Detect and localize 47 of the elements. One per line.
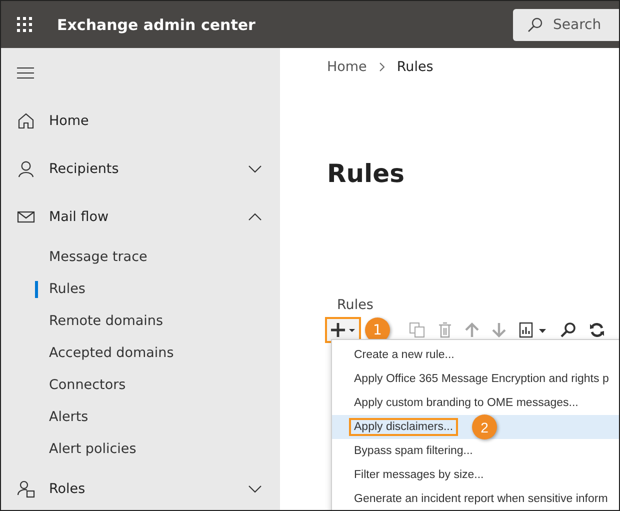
mail-icon: [17, 210, 35, 224]
section-label: Rules: [336, 296, 374, 315]
menu-item-label: Apply custom branding to OME messages...: [353, 396, 580, 411]
menu-item-label: Bypass spam filtering...: [353, 444, 474, 459]
menu-item-label: Generate an incident report when sensitive inform: [353, 492, 609, 507]
nav-subitem[interactable]: Accepted domains: [1, 337, 280, 369]
trash-icon: [438, 322, 452, 338]
chevron-right-icon: [378, 62, 385, 72]
report-icon: [519, 322, 547, 338]
nav-subitem[interactable]: Rules: [1, 273, 280, 305]
nav-subitem[interactable]: Remote domains: [1, 305, 280, 337]
menu-item[interactable]: Generate an incident report when sensitive inform: [332, 487, 619, 510]
menu-item-label: Create a new rule...: [353, 348, 456, 363]
app-launcher-icon[interactable]: [17, 16, 33, 32]
refresh-icon: [589, 322, 605, 338]
menu-icon[interactable]: [17, 66, 34, 78]
search-icon: [560, 322, 576, 338]
arrow-down-icon: [492, 322, 506, 338]
search-icon: [527, 16, 543, 32]
breadcrumb-link[interactable]: Rules: [396, 59, 434, 75]
nav-subitem[interactable]: Connectors: [1, 369, 280, 401]
plus-icon: [330, 322, 356, 338]
search-field[interactable]: Search: [513, 8, 619, 40]
nav-subitem[interactable]: Alert policies: [1, 433, 280, 465]
menu-item[interactable]: Filter messages by size...: [332, 463, 619, 487]
home-icon: [17, 112, 35, 130]
arrow-up-icon: [465, 322, 479, 338]
step-badge: 2: [472, 414, 497, 440]
nav-item[interactable]: Recipients: [1, 145, 280, 193]
nav-item[interactable]: Home: [1, 97, 280, 145]
menu-item[interactable]: Apply disclaimers... 2: [332, 415, 619, 439]
nav-item[interactable]: Mail flow: [1, 193, 280, 241]
menu-item[interactable]: Bypass spam filtering...: [332, 439, 619, 463]
menu-item-label: Apply disclaimers...: [349, 418, 458, 436]
nav-item[interactable]: Roles: [1, 465, 280, 510]
menu-item[interactable]: Apply custom branding to OME messages...: [332, 391, 619, 415]
person-briefcase-icon: [17, 480, 35, 498]
nav-subitem[interactable]: Alerts: [1, 401, 280, 433]
page-title: Rules: [326, 158, 406, 190]
menu-item-label: Apply Office 365 Message Encryption and rights p: [353, 372, 610, 387]
menu-item[interactable]: Apply Office 365 Message Encryption and rights p: [332, 367, 619, 391]
app-title: Exchange admin center: [57, 16, 256, 34]
nav-subitem[interactable]: Message trace: [1, 241, 280, 273]
menu-item-label: Filter messages by size...: [353, 468, 485, 483]
menu-item[interactable]: Create a new rule...: [332, 343, 619, 367]
breadcrumb-link[interactable]: Home: [327, 59, 367, 75]
person-icon: [17, 160, 35, 178]
